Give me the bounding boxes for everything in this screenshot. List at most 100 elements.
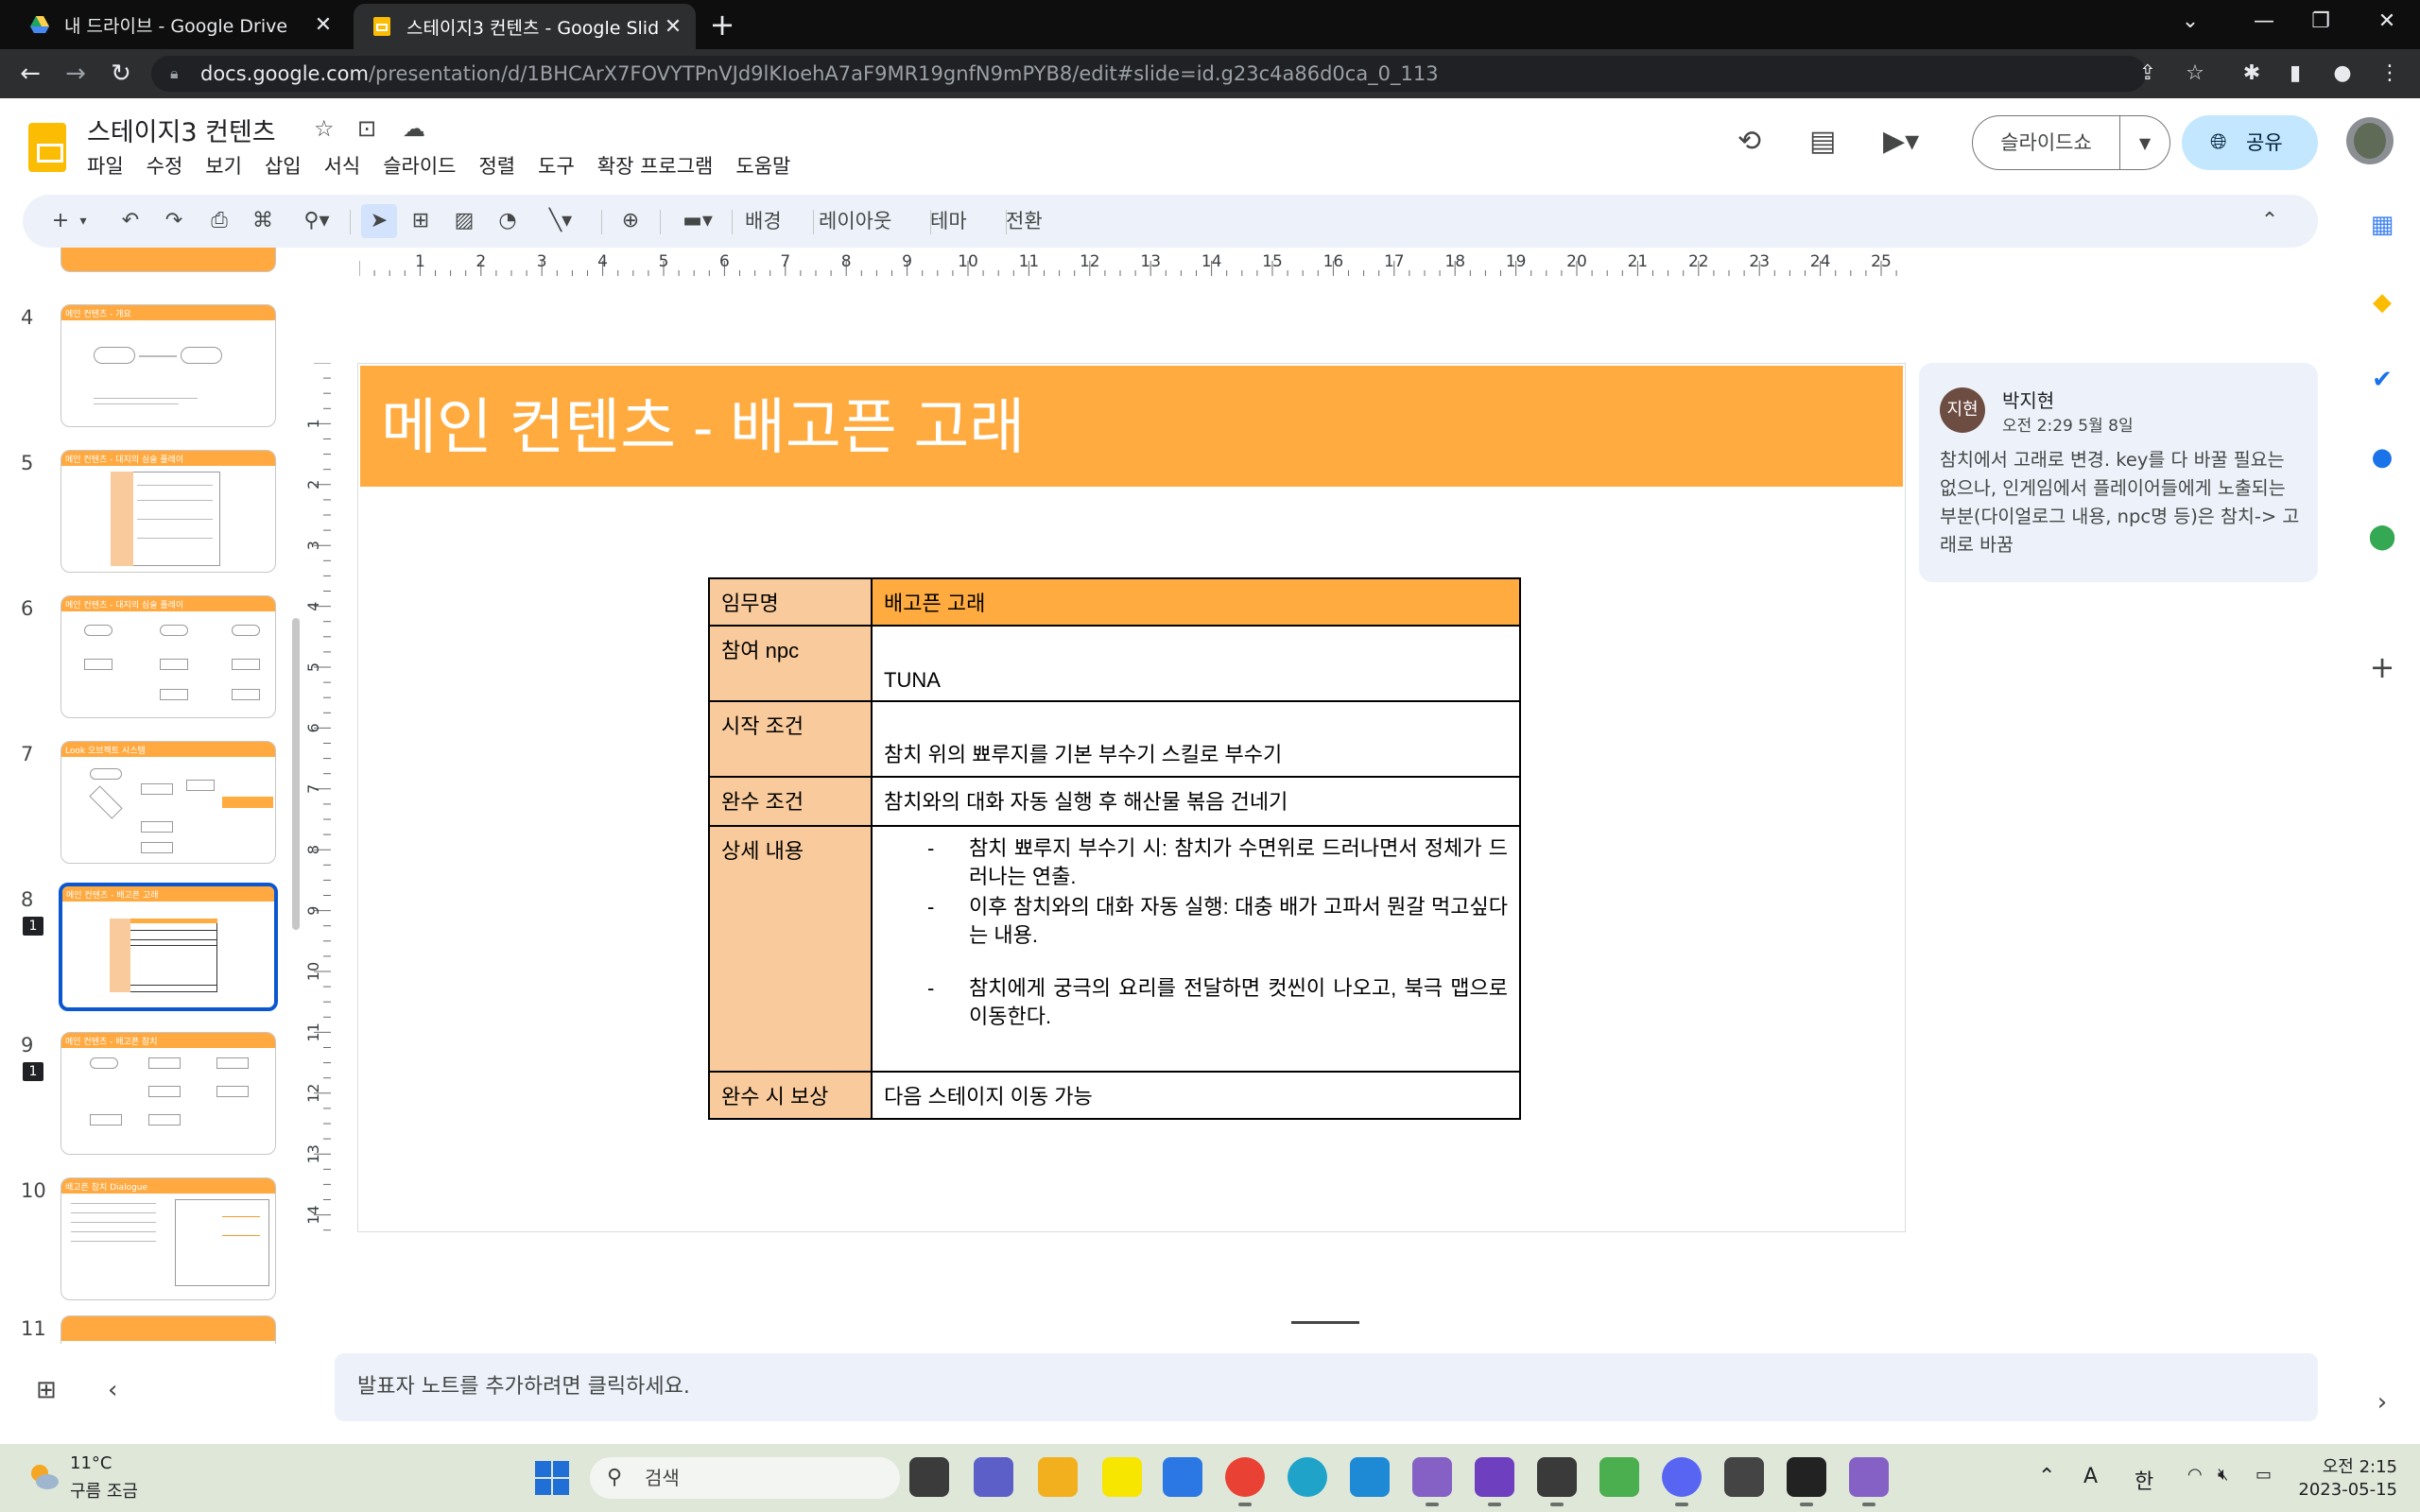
horizontal-ruler[interactable]: 1 2 3 4 5 6 7 8 9 10 11 12 13 14 15 16 17 18 19 20 21 22 23 24 2… [359,251,1902,276]
insert-comment-icon[interactable]: ⊕ [614,204,647,238]
table-cell-label[interactable]: 완수 조건 [708,776,873,827]
shape-icon[interactable]: ◔ [492,204,524,238]
move-folder-icon[interactable]: ⊡ [357,115,376,142]
new-slide-icon[interactable]: + [45,204,76,238]
menu-edit[interactable]: 수정 [147,151,183,180]
meet-camera-icon[interactable]: ▶︎▾ [1883,125,1919,158]
doc-title[interactable]: 스테이지3 컨텐츠 [87,112,276,148]
ime-mode-a[interactable]: A [2083,1465,2098,1488]
slide-thumbnail[interactable]: 메인 컨텐츠 - 배고픈 참치 [60,1032,276,1155]
menu-help[interactable]: 도움말 [735,151,790,180]
visual-studio-3-icon[interactable] [1849,1457,1889,1506]
visual-studio-2-icon[interactable] [1475,1457,1514,1506]
zoom-icon[interactable]: ⚲▾ [293,204,340,238]
table-cell-label[interactable]: 상세 내용 [708,825,873,1073]
teams-chat-icon[interactable] [974,1457,1013,1497]
tab-google-slides[interactable]: 스테이지3 컨텐츠 - Google Slides ✕ [354,4,696,49]
menu-tools[interactable]: 도구 [538,151,575,180]
text-box-icon[interactable]: ⊞ [405,204,437,238]
menu-format[interactable]: 서식 [324,151,361,180]
input-tools-icon[interactable]: ▬▾ [671,204,724,238]
maps-icon[interactable]: ⬤ [2365,520,2399,554]
slide-thumbnail-selected[interactable]: 메인 컨텐츠 - 배고픈 고래 [59,883,278,1011]
table-cell-value[interactable]: 참치 위의 뾰루지를 기본 부수기 스킬로 부수기 [871,700,1521,778]
vertical-ruler[interactable]: 1234567891011121314 [306,363,331,1232]
slide-canvas[interactable]: 메인 컨텐츠 - 배고픈 고래 임무명 배고픈 고래 참여 npc TUNA 시… [357,363,1906,1232]
new-tab-button[interactable]: + [703,6,741,43]
slide-thumbnail[interactable] [60,248,276,272]
menu-file[interactable]: 파일 [87,151,124,180]
line-tool-icon[interactable]: ╲▾ [537,204,584,238]
vscode-icon[interactable] [1350,1457,1390,1497]
discord-icon[interactable] [1662,1457,1702,1506]
table-cell-label[interactable]: 완수 시 보상 [708,1071,873,1120]
kakaotalk-icon[interactable] [1102,1457,1142,1497]
menu-extensions[interactable]: 확장 프로그램 [597,151,714,180]
tab-google-drive[interactable]: 내 드라이브 - Google Drive ✕ [11,0,346,49]
close-window-button[interactable]: ✕ [2354,0,2420,45]
share-page-icon[interactable]: ⇪ [2129,55,2167,93]
extensions-icon[interactable]: ✱ [2233,55,2271,93]
account-avatar[interactable] [2346,117,2394,164]
wifi-icon[interactable]: ◠ [2187,1465,2203,1485]
slide-thumbnail[interactable]: Look 오브젝트 시스템 [60,741,276,864]
task-view-icon[interactable] [909,1457,949,1497]
notes-app-icon[interactable] [1537,1457,1577,1506]
taskbar-search[interactable]: ⚲ 검색 [590,1457,900,1499]
mission-table[interactable]: 임무명 배고픈 고래 참여 npc TUNA 시작 조건 참치 위의 뾰루지를 … [708,577,1521,1120]
slide-title[interactable]: 메인 컨텐츠 - 배고픈 고래 [381,379,1025,466]
tab-search-icon[interactable]: ⌄ [2157,0,2223,45]
slideshow-button[interactable]: 슬라이드쇼 ▼ [1972,115,2170,170]
forward-icon[interactable]: → [57,55,95,93]
filmstrip-scrollbar[interactable] [292,618,300,930]
redo-icon[interactable]: ↷ [159,204,189,238]
table-cell-label[interactable]: 참여 npc [708,625,873,702]
paint-format-icon[interactable]: ⌘ [248,204,278,238]
table-cell-value[interactable]: 참치 뾰루지 부수기 시: 참치가 수면위로 드러나면서 정체가 드러나는 연출… [871,825,1521,1073]
close-tab-icon[interactable]: ✕ [308,13,338,37]
star-icon[interactable]: ☆ [314,115,335,142]
slides-logo[interactable] [28,123,66,172]
back-icon[interactable]: ← [11,55,49,93]
visual-studio-icon[interactable] [1412,1457,1452,1506]
slide-thumbnail[interactable]: 메인 컨텐츠 - 대지의 심술 플레이 [60,595,276,718]
comments-icon[interactable]: ▤ [1809,125,1836,158]
profile-icon[interactable]: ● [2324,55,2361,93]
slide-thumbnail[interactable]: 메인 컨텐츠 - 대지의 심술 플레이 [60,450,276,573]
layout-button[interactable]: 레이아웃 [819,204,891,238]
tasks-icon[interactable]: ✔ [2365,363,2399,397]
table-cell-label[interactable]: 임무명 [708,577,873,627]
reload-icon[interactable]: ↻ [102,55,140,93]
background-button[interactable]: 배경 [745,204,782,238]
file-explorer-icon[interactable] [1038,1457,1078,1497]
contacts-icon[interactable]: ● [2365,440,2399,474]
clock-date[interactable]: 2023-05-15 [2288,1480,2397,1500]
table-cell-value[interactable]: 다음 스테이지 이동 가능 [871,1071,1521,1120]
git-app-icon[interactable] [1599,1457,1639,1497]
table-cell-label[interactable]: 시작 조건 [708,700,873,778]
menu-view[interactable]: 보기 [205,151,242,180]
table-cell-value[interactable]: TUNA [871,625,1521,702]
clock-time[interactable]: 오전 2:15 [2318,1453,2397,1478]
battery-icon[interactable]: ▭ [2256,1465,2272,1485]
weather-description[interactable]: 구름 조금 [70,1478,138,1503]
collapse-toolbar-icon[interactable]: ⌃ [2254,204,2286,238]
weather-cloud-icon[interactable] [26,1459,60,1493]
menu-insert[interactable]: 삽입 [265,151,302,180]
speaker-muted-icon[interactable]: 🔇︎ [2218,1465,2228,1485]
version-history-icon[interactable]: ⟲ [1737,125,1761,158]
notes-resize-handle[interactable] [1291,1321,1359,1324]
restore-button[interactable]: ❐ [2288,0,2354,45]
collapse-filmstrip-icon[interactable]: ‹ [108,1376,117,1404]
undo-icon[interactable]: ↶ [115,204,146,238]
add-addon-icon[interactable]: + [2365,650,2399,684]
side-panel-icon[interactable]: ▮ [2276,55,2314,93]
table-cell-value[interactable]: 배고픈 고래 [871,577,1521,627]
tray-overflow-icon[interactable]: ⌃ [2038,1465,2055,1488]
slideshow-label[interactable]: 슬라이드쇼 [1973,115,2120,170]
insert-image-icon[interactable]: ▨ [448,204,480,238]
comment-card[interactable]: 지현 박지현 오전 2:29 5월 8일 참치에서 고래로 변경. key를 다… [1919,363,2318,582]
close-tab-icon[interactable]: ✕ [658,15,688,39]
comment-timestamp[interactable]: 오전 2:29 5월 8일 [2002,412,2134,436]
url-field[interactable]: 🔒︎ docs.google.com/presentation/d/1BHCAr… [151,56,2146,92]
